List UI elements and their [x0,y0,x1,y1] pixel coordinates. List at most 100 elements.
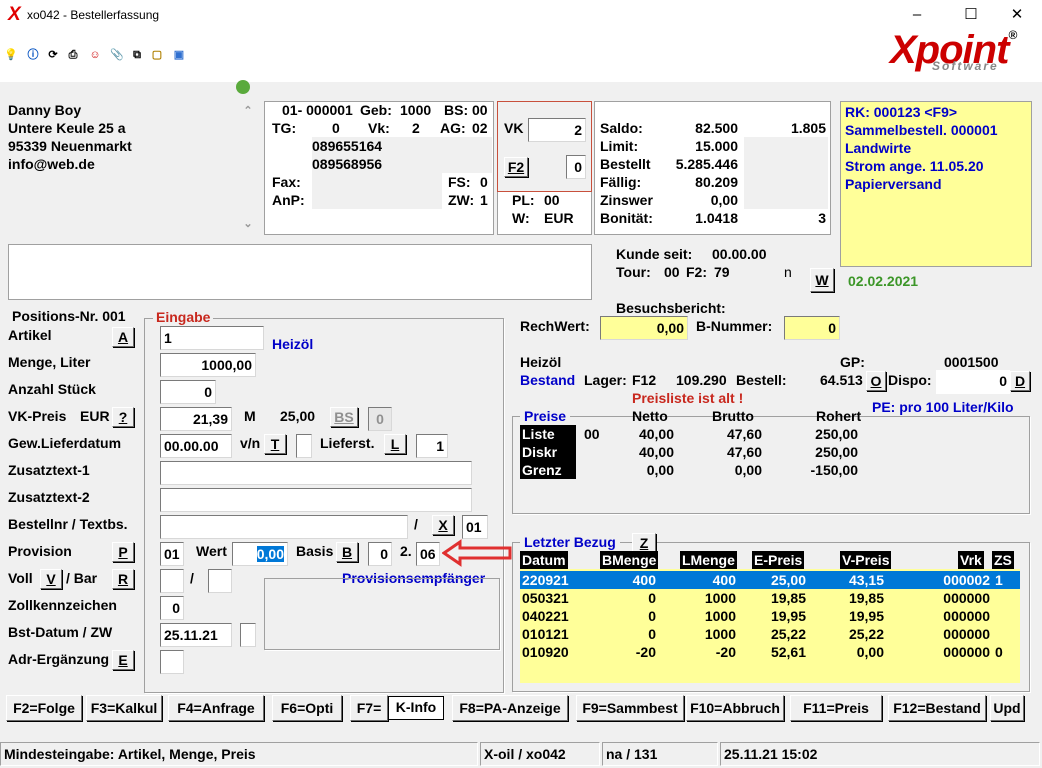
adr-input[interactable] [160,650,184,674]
voll-input[interactable] [160,569,184,593]
bulb-icon[interactable]: 💡 [4,47,18,63]
people-icon[interactable]: ☺ [88,47,102,63]
refresh-icon[interactable]: ⟳ [46,47,60,63]
d-button[interactable]: D [1010,371,1030,391]
vk-input[interactable]: 2 [528,118,586,142]
fax-field [312,173,442,191]
bestnr-input[interactable] [160,515,408,539]
wert-input[interactable]: 0,00 [232,542,288,566]
rechwert-input[interactable]: 0,00 [600,316,688,340]
t-button[interactable]: T [264,434,286,454]
p-button[interactable]: P [112,542,134,562]
f2-input[interactable]: 0 [566,155,586,179]
price-netto: 40,00 [638,426,674,442]
lager-quantity: 109.290 [676,372,727,388]
fkey-button[interactable]: F8=PA-Anzeige [452,695,568,721]
rk-sammel: Sammelbestell. 000001 [845,122,998,138]
fkey-button[interactable]: F7= [350,695,388,721]
zoll-input[interactable]: 0 [160,596,184,620]
stueck-input[interactable]: 0 [160,380,216,404]
lager-label: Lager: [584,372,627,388]
b-button[interactable]: B [336,542,358,562]
e-button[interactable]: E [112,650,134,670]
fkey-button[interactable]: Upd [990,695,1024,721]
print-icon[interactable]: ⎙ [66,47,80,63]
notes-box[interactable] [8,244,592,300]
zusatztext1-input[interactable] [160,461,472,485]
artikel-button[interactable]: A [112,327,134,347]
kunde-seit-value: 00.00.00 [712,246,767,262]
artikel-name: Heizöl [272,336,314,352]
history-header: LMenge [680,551,737,569]
bs-label: BS: [444,102,469,118]
fkey-button[interactable]: F3=Kalkul [86,695,162,721]
artikel-input[interactable]: 1 [160,326,264,350]
menge-input[interactable]: 1000,00 [160,353,256,377]
history-cell: 000000 [943,608,990,624]
history-cell: 1 [995,572,1003,588]
provision-input[interactable]: 01 [160,542,184,566]
history-cell: 010920 [522,644,569,660]
fkey-button[interactable]: F6=Opti [272,695,342,721]
bnummer-input[interactable]: 0 [784,316,840,340]
price-brutto: 0,00 [734,462,762,478]
lieferst-label: Lieferst. [320,435,375,451]
fkey-button[interactable]: F10=Abbruch [686,695,784,721]
o-button[interactable]: O [866,371,886,391]
tel1-value: 089655164 [312,138,383,154]
bs-button[interactable]: BS [330,407,358,427]
bar-input[interactable] [208,569,232,593]
fkey-button[interactable]: F12=Bestand [888,695,986,721]
tel1-field: 089655164 [312,137,492,155]
minimize-icon[interactable]: – [906,4,928,26]
title-bar: X xo042 - Bestellerfassung – ☐ ✕ [0,0,1042,32]
vkpreis-help-button[interactable]: ? [112,407,134,427]
bstdat-input[interactable]: 25.11.21 [160,623,232,647]
info-icon[interactable]: ⓘ [26,47,40,63]
history-header: E-Preis [752,551,805,569]
r-button[interactable]: R [112,569,134,589]
bstdat-label: Bst-Datum / ZW [8,624,113,640]
address-scrollbar[interactable]: ⌃ ⌄ [240,102,256,236]
history-header: BMenge [600,551,659,569]
account-value: 80.209 [695,174,738,190]
l-button[interactable]: L [384,434,406,454]
zw-input[interactable] [240,623,256,647]
lieferst-input[interactable]: 1 [416,434,448,458]
copy-icon[interactable]: ⧉ [130,47,144,63]
account-label: Fällig: [600,174,642,190]
attach-icon[interactable]: 📎 [110,47,124,63]
fkey-button[interactable]: F9=Sammbest [576,695,684,721]
zusatztext2-input[interactable] [160,488,472,512]
vkpreis-input[interactable]: 21,39 [160,407,232,431]
price-code: 00 [584,426,600,442]
bestnr-slash: / [414,516,418,532]
vn-input[interactable] [296,434,312,458]
close-icon[interactable]: ✕ [1006,4,1028,26]
chat-icon[interactable]: ▣ [172,47,186,63]
w-label: W: [512,210,530,226]
fkey-button[interactable]: F11=Preis [790,695,882,721]
provision-label: Provision [8,543,72,559]
folder-icon[interactable]: ▢ [150,47,164,63]
history-header: V-Preis [840,551,892,569]
n-label: n [784,264,792,280]
f2-button[interactable]: F2 [504,157,528,177]
fkey-button[interactable]: F2=Folge [6,695,82,721]
bestand-label: Bestand [520,372,576,388]
gew-input[interactable]: 00.00.00 [160,434,232,458]
maximize-icon[interactable]: ☐ [960,4,982,26]
basis-input[interactable]: 0 [368,542,392,566]
basis2-input[interactable]: 06 [416,542,440,566]
v-button[interactable]: V [40,569,62,589]
fkey-button[interactable]: K-Info [388,696,444,720]
history-cell: -20 [635,644,656,660]
textbs-input[interactable]: 01 [462,515,488,539]
cust-name: Danny Boy [8,102,82,118]
tel2-field: 089568956 [312,155,492,173]
x-button[interactable]: X [432,515,454,535]
w-button[interactable]: W [810,268,834,292]
z-button[interactable]: Z [632,533,656,553]
fkey-button[interactable]: F4=Anfrage [168,695,264,721]
positions-nr: Positions-Nr. 001 [12,308,126,324]
